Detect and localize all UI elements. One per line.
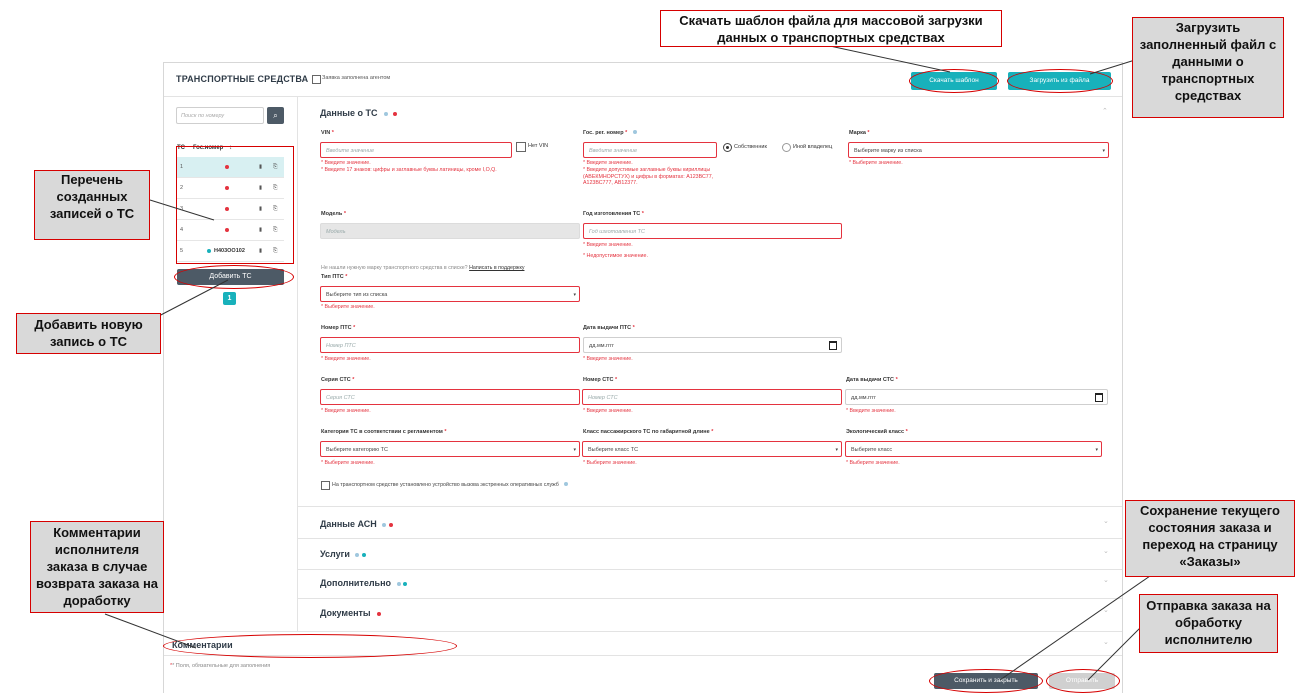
callout-comments: Комментарии исполнителя заказа в случае …	[30, 521, 164, 613]
callout-upload: Загрузить заполненный файл с данными о т…	[1132, 17, 1284, 118]
callout-add: Добавить новую запись о ТС	[16, 313, 161, 354]
callout-template: Скачать шаблон файла для массовой загруз…	[660, 10, 1002, 47]
callout-save: Сохранение текущего состояния заказа и п…	[1125, 500, 1295, 577]
callout-lines	[104, 45, 1151, 681]
callout-send: Отправка заказа на обработку исполнителю	[1139, 594, 1278, 653]
callout-list: Перечень созданных записей о ТС	[34, 170, 150, 240]
